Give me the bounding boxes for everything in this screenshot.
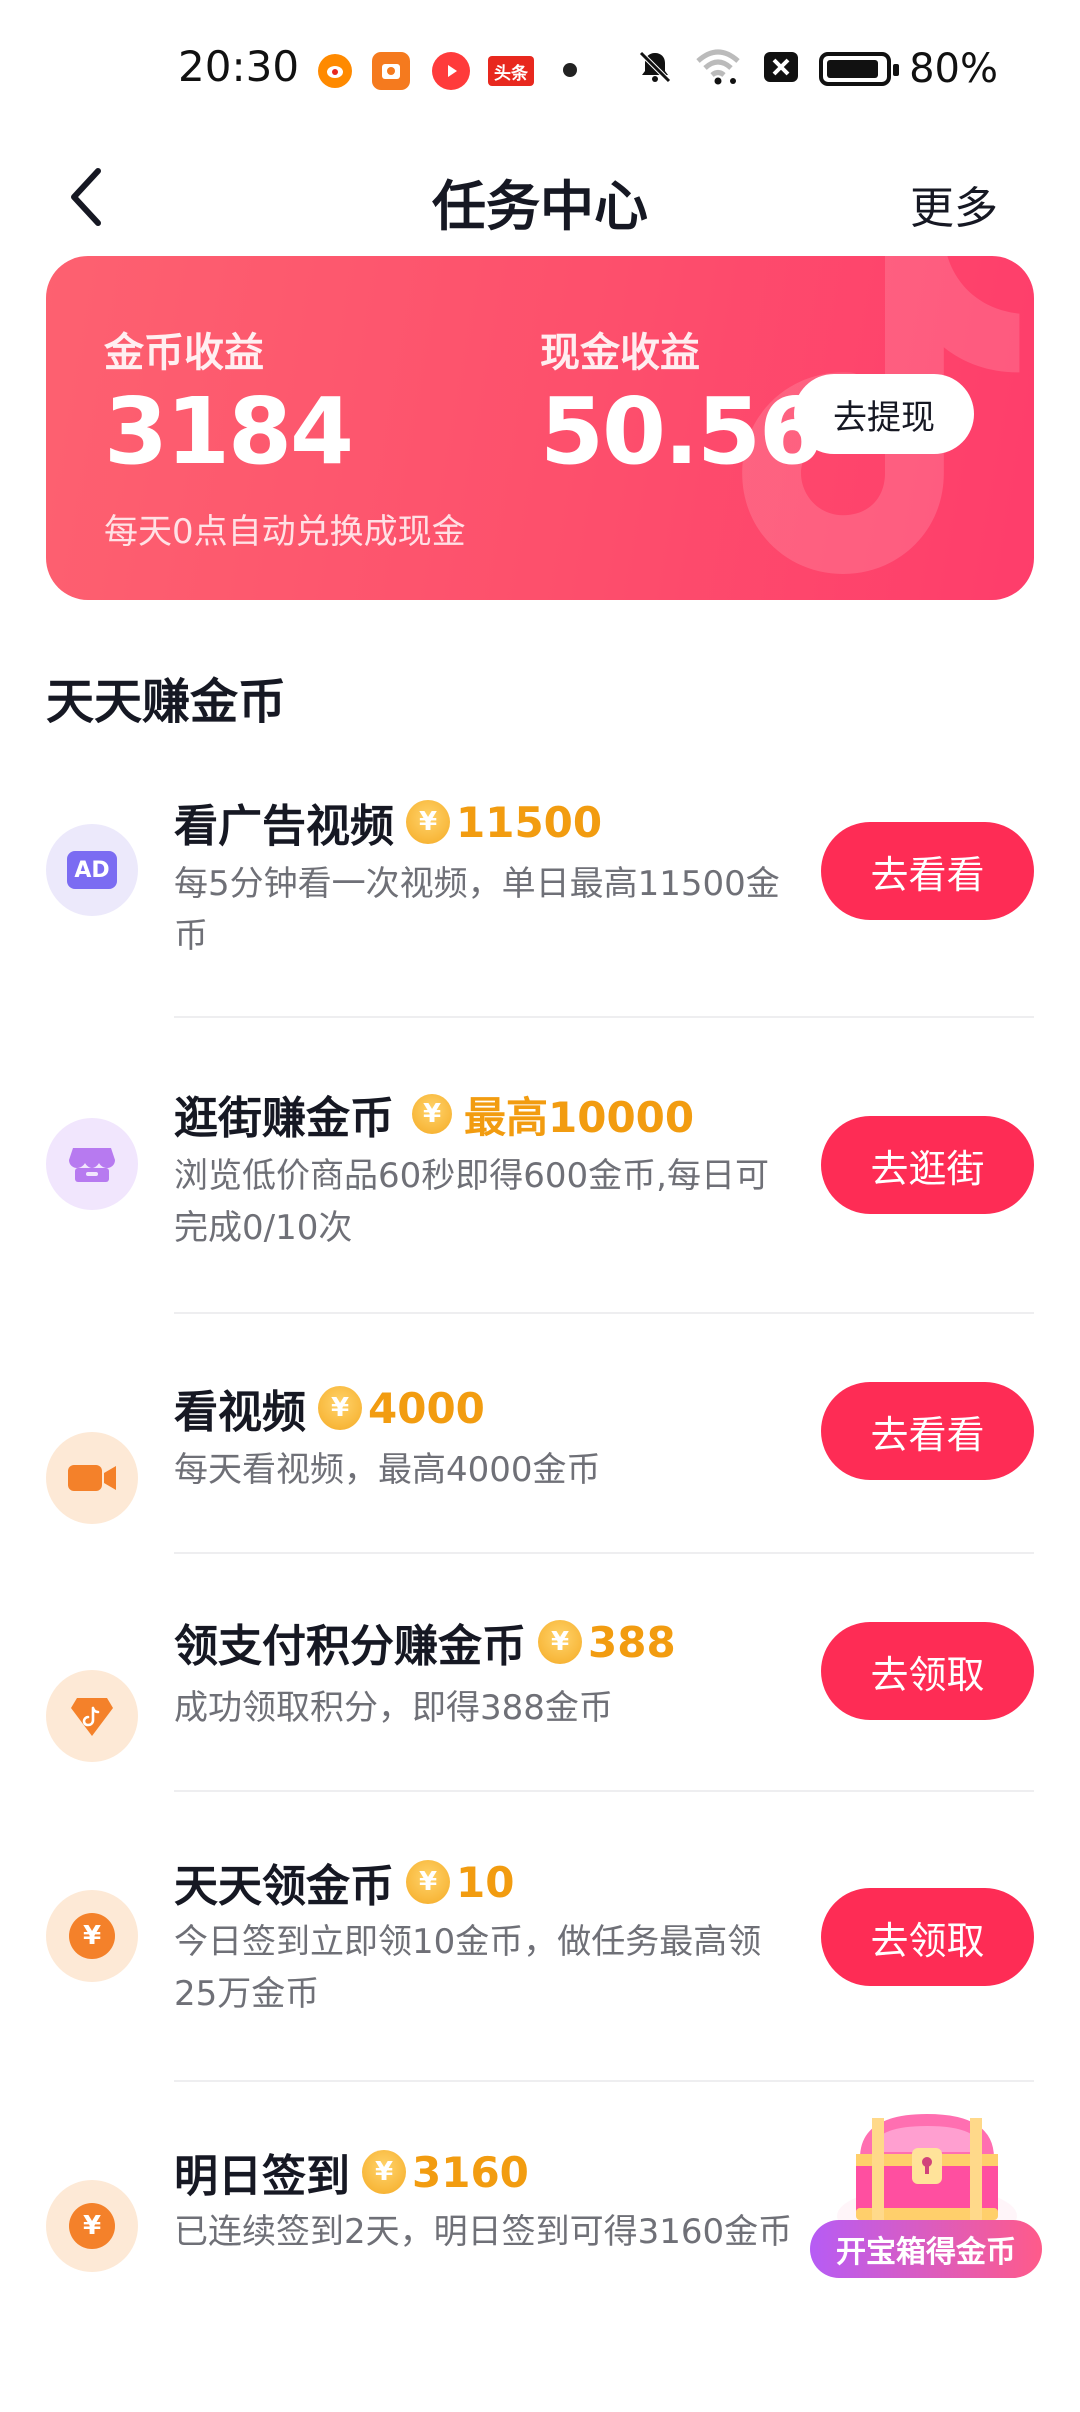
music-icon: [432, 52, 470, 90]
divider: [174, 2080, 1034, 2082]
divider: [174, 1552, 1034, 1554]
cash-earnings-label: 现金收益: [540, 330, 700, 376]
task-title-row: 领支付积分赚金币 ¥ 388: [174, 1610, 676, 1674]
section-title: 天天赚金币: [46, 674, 287, 730]
divider: [174, 1312, 1034, 1314]
task-title-row: 明日签到 ¥ 3160: [174, 2140, 529, 2204]
task-title-row: 逛街赚金币 ¥ 最高10000: [174, 1082, 694, 1146]
battery-percent: 80%: [909, 46, 998, 92]
notification-dot: [563, 63, 577, 77]
coin-icon: ¥: [362, 2150, 406, 2194]
task-desc: 已连续签到2天，明日签到可得3160金币: [174, 2212, 793, 2252]
task-reward: 4000: [368, 1383, 485, 1433]
task-button[interactable]: 去领取: [821, 1888, 1034, 1986]
task-desc: 浏览低价商品60秒即得600金币,每日可完成0/10次: [174, 1156, 769, 1248]
task-title-row: 看广告视频 ¥ 11500: [174, 790, 602, 854]
task-button[interactable]: 去领取: [821, 1622, 1034, 1720]
task-title: 领支付积分赚金币: [174, 1621, 526, 1672]
shop-icon: [46, 1118, 138, 1210]
task-reward: 最高10000: [464, 1092, 695, 1142]
task-reward: 3160: [412, 2147, 529, 2197]
task-button[interactable]: 去看看: [821, 1382, 1034, 1480]
divider: [174, 1790, 1034, 1792]
task-title: 明日签到: [174, 2151, 350, 2202]
yen-coin-icon: ¥: [46, 2180, 138, 2272]
task-title: 看视频: [174, 1387, 306, 1438]
video-camera-icon: [46, 1432, 138, 1524]
bell-muted-icon: [635, 47, 675, 91]
coin-icon: ¥: [406, 1860, 450, 1904]
task-desc: 今日签到立即领10金币，做任务最高领25万金币: [174, 1922, 762, 2014]
treasure-chest-button[interactable]: 开宝箱得金币: [810, 2096, 1042, 2280]
task-reward: 11500: [456, 797, 603, 847]
yen-glyph: ¥: [69, 2203, 115, 2249]
task-button[interactable]: 去逛街: [821, 1116, 1034, 1214]
earnings-card: 金币收益 3184 现金收益 50.56 去提现 每天0点自动兑换成现金: [46, 256, 1034, 600]
task-desc: 成功领取积分，即得388金币: [174, 1688, 613, 1728]
treasure-label: 开宝箱得金币: [810, 2220, 1042, 2278]
nav-bar: 任务中心 更多: [0, 140, 1080, 255]
status-bar: 20:30 头条 80%: [0, 0, 1080, 140]
task-desc: 每天看视频，最高4000金币: [174, 1450, 601, 1490]
coin-icon: ¥: [412, 1094, 452, 1134]
weibo-icon: [318, 54, 352, 88]
wifi-icon: [693, 47, 743, 91]
coin-icon: ¥: [406, 800, 450, 844]
cash-earnings-value: 50.56: [540, 378, 823, 485]
status-right: 80%: [635, 46, 998, 92]
yen-glyph: ¥: [69, 1913, 115, 1959]
task-title-row: 天天领金币 ¥ 10: [174, 1850, 514, 1914]
coin-icon: ¥: [538, 1620, 582, 1664]
status-time: 20:30: [178, 42, 300, 91]
task-reward: 388: [588, 1617, 676, 1667]
app-icon: [372, 52, 410, 90]
task-title-row: 看视频 ¥ 4000: [174, 1376, 485, 1440]
task-desc: 每5分钟看一次视频，单日最高11500金币: [174, 864, 780, 956]
divider: [174, 1016, 1034, 1018]
task-reward: 10: [456, 1857, 515, 1907]
task-title: 逛街赚金币: [174, 1093, 394, 1144]
task-button[interactable]: 去看看: [821, 822, 1034, 920]
battery-icon: [819, 52, 900, 86]
withdraw-button[interactable]: 去提现: [794, 374, 974, 454]
coin-earnings-label: 金币收益: [104, 330, 264, 376]
battery-fill: [827, 60, 879, 78]
ad-icon: AD: [46, 824, 138, 916]
task-title: 天天领金币: [174, 1861, 394, 1912]
tiktok-diamond-icon: [46, 1670, 138, 1762]
coin-earnings-value: 3184: [104, 378, 354, 485]
ad-badge: AD: [67, 851, 117, 889]
toutiao-icon: 头条: [488, 56, 534, 86]
exchange-note: 每天0点自动兑换成现金: [104, 512, 466, 552]
coin-icon: ¥: [318, 1386, 362, 1430]
task-title: 看广告视频: [174, 801, 394, 852]
yen-coin-icon: ¥: [46, 1890, 138, 1982]
more-button[interactable]: 更多: [910, 172, 998, 236]
close-box-icon: [761, 47, 801, 91]
